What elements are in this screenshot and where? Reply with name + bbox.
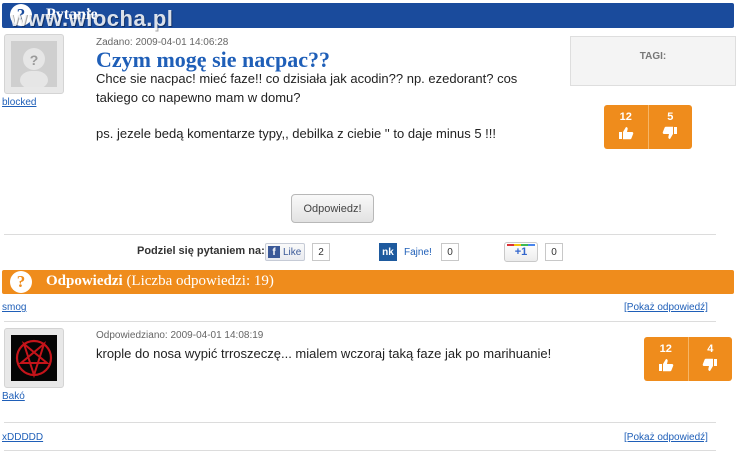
answers-title: Odpowiedzi bbox=[46, 273, 123, 289]
divider bbox=[4, 321, 716, 322]
answers-count: (Liczba odpowiedzi: 19) bbox=[126, 273, 274, 289]
thumbs-up-icon bbox=[658, 359, 674, 372]
question-body-line-3: ps. jezele bedą komentarze typy,, debilk… bbox=[96, 126, 496, 141]
tags-label: TAGI: bbox=[639, 51, 667, 62]
answer-vote-down-count: 4 bbox=[707, 343, 714, 355]
nk-count: 0 bbox=[441, 243, 459, 261]
site-watermark: www.wiocha.pl bbox=[10, 6, 174, 31]
google-plus-count: 0 bbox=[545, 243, 563, 261]
question-vote-up-count: 12 bbox=[619, 111, 632, 123]
pentagram-avatar-icon bbox=[11, 335, 57, 381]
nk-fajne-button[interactable]: Fajne! bbox=[404, 247, 432, 258]
question-vote-up-button[interactable]: 12 bbox=[604, 105, 648, 149]
divider bbox=[4, 422, 716, 423]
answer-vote-widget: 12 4 bbox=[644, 337, 732, 381]
default-avatar-icon: ? bbox=[11, 41, 57, 87]
answer-vote-up-count: 12 bbox=[659, 343, 672, 355]
divider bbox=[4, 450, 716, 451]
google-plus-stripe bbox=[507, 244, 535, 246]
question-vote-down-count: 5 bbox=[667, 111, 674, 123]
facebook-like-label: Like bbox=[283, 246, 302, 258]
question-author-link[interactable]: blocked bbox=[2, 97, 36, 108]
thumbs-up-icon bbox=[618, 127, 634, 140]
tags-box: TAGI: bbox=[570, 36, 736, 86]
question-author-avatar: ? bbox=[4, 34, 64, 94]
answer-vote-up-button[interactable]: 12 bbox=[644, 337, 688, 381]
facebook-icon: f bbox=[268, 246, 280, 258]
show-answer-link[interactable]: [Pokaż odpowiedź] bbox=[624, 432, 708, 443]
answer-commenter-link[interactable]: xDDDDD bbox=[2, 432, 43, 443]
svg-text:?: ? bbox=[30, 52, 39, 68]
share-label: Podziel się pytaniem na: bbox=[137, 245, 265, 257]
answers-header-title: Odpowiedzi (Liczba odpowiedzi: 19) bbox=[46, 273, 274, 290]
divider bbox=[4, 234, 716, 235]
answer-vote-down-button[interactable]: 4 bbox=[687, 337, 733, 381]
answer-commenter-link[interactable]: smog bbox=[2, 302, 26, 313]
facebook-like-button[interactable]: f Like bbox=[265, 243, 305, 261]
answer-body: krople do nosa wypić trroszeczę... miale… bbox=[96, 346, 552, 361]
nk-logo-icon[interactable]: nk bbox=[379, 243, 397, 261]
question-body-line-2: takiego co napewno mam w domu? bbox=[96, 90, 301, 105]
answer-date: Odpowiedziano: 2009-04-01 14:08:19 bbox=[96, 330, 264, 341]
thumbs-down-icon bbox=[702, 358, 718, 371]
answer-button[interactable]: Odpowiedz! bbox=[291, 194, 374, 223]
answers-header-bar: ? Odpowiedzi (Liczba odpowiedzi: 19) bbox=[2, 270, 734, 294]
google-plus-label: +1 bbox=[514, 246, 528, 258]
question-vote-widget: 12 5 bbox=[604, 105, 692, 149]
question-vote-down-button[interactable]: 5 bbox=[647, 105, 693, 149]
speech-bubble-icon: ? bbox=[10, 271, 32, 293]
answer-author-avatar bbox=[4, 328, 64, 388]
facebook-like-count: 2 bbox=[312, 243, 330, 261]
thumbs-down-icon bbox=[662, 126, 678, 139]
show-answer-link[interactable]: [Pokaż odpowiedź] bbox=[624, 302, 708, 313]
google-plus-button[interactable]: +1 bbox=[504, 242, 538, 262]
answer-author-link[interactable]: Bakó bbox=[2, 391, 25, 402]
question-body-line-1: Chce sie nacpac! mieć faze!! co dzisiała… bbox=[96, 71, 518, 86]
